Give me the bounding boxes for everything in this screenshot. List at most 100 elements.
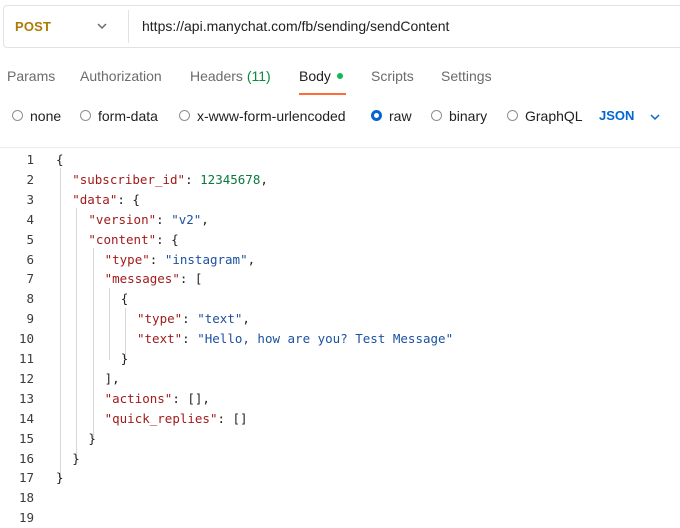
request-url-bar: POST https://api.manychat.com/fb/sending… [3,5,680,48]
tab-authorization[interactable]: Authorization [80,68,162,84]
code-line: 12], [0,369,680,389]
format-select[interactable]: JSON [599,108,634,123]
radio-circle-icon [179,110,190,121]
json-key: "messages" [104,271,180,287]
code-line: 5 "content": { [0,230,680,250]
code-line: 15} [0,429,680,449]
code-line: 10 "text": "Hello, how are you? Test Mess… [0,329,680,349]
line-number: 10 [18,331,34,347]
json-punctuation: } [72,450,80,466]
code-line: 19 [0,508,680,528]
line-number: 16 [18,450,34,466]
code-text: "quick_replies": [] [105,409,248,429]
json-punctuation: : [182,311,198,327]
json-punctuation: : [182,331,198,347]
code-text: "data": { [72,190,140,210]
divider [128,10,129,43]
tab-body[interactable]: Body [299,68,343,84]
line-number: 19 [18,510,34,526]
radio-label: form-data [98,108,158,124]
tab-headers[interactable]: Headers (11) [190,68,271,84]
radio-circle-icon [80,110,91,121]
json-punctuation: : [], [172,390,210,406]
line-number: 15 [18,430,34,446]
code-line: 7 "messages": [ [0,269,680,289]
code-text: "text": "Hello, how are you? Test Messag… [137,329,453,349]
radio-circle-icon [12,110,23,121]
json-punctuation: , [247,251,256,267]
code-line: 13 "actions": [], [0,389,680,409]
code-text: "type": "text", [137,309,250,329]
json-punctuation: : { [117,191,140,207]
line-number: 9 [26,311,34,327]
radio-checked-icon [371,110,382,121]
json-number: 12345678 [200,171,261,187]
body-type-options: none form-data x-www-form-urlencoded raw… [0,108,680,130]
json-punctuation: , [242,311,250,327]
chevron-down-icon[interactable] [648,110,662,124]
code-text: } [56,468,64,488]
line-number: 7 [26,271,34,287]
json-punctuation: : [185,171,201,187]
json-key: "type" [137,311,183,327]
code-line: 6 "type": "instagram", [0,250,680,270]
tab-body-label: Body [299,68,331,84]
code-line: 18 [0,488,680,508]
json-key: "content" [88,231,157,247]
code-text: { [56,150,64,170]
line-number: 11 [18,351,34,366]
json-punctuation: : [ [179,271,203,287]
line-number: 1 [26,152,34,167]
code-text: { [121,289,129,309]
json-punctuation: : [149,251,165,267]
json-punctuation: { [56,152,64,167]
method-select[interactable]: POST [15,19,51,34]
json-string: "Hello, how are you? Test Message" [197,331,454,347]
json-key: "type" [104,251,150,267]
code-line: 3 "data": { [0,190,680,210]
code-text: "version": "v2", [88,210,208,230]
json-string: "v2" [171,211,202,227]
radio-label: raw [389,108,412,124]
code-text: "content": { [88,230,178,250]
tab-settings[interactable]: Settings [441,68,492,84]
json-string: "text" [197,311,243,327]
chevron-down-icon[interactable] [95,19,109,33]
code-text: } [72,449,80,469]
tab-headers-label: Headers [190,68,243,84]
json-key: "data" [72,191,118,207]
url-input[interactable]: https://api.manychat.com/fb/sending/send… [142,18,449,34]
json-key: "text" [137,331,183,347]
json-punctuation: , [260,171,268,187]
line-number: 18 [18,490,34,506]
radio-circle-icon [431,110,442,121]
code-text: "type": "instagram", [105,250,256,270]
json-punctuation: } [56,470,64,486]
code-text: "actions": [], [105,389,210,409]
json-key: "version" [88,211,157,227]
radio-label: x-www-form-urlencoded [197,108,346,124]
code-line: 8{ [0,289,680,309]
json-punctuation: } [120,351,129,366]
json-punctuation: : [156,211,172,227]
line-number: 13 [18,390,34,406]
line-number: 5 [26,231,34,247]
line-number: 17 [18,470,34,486]
json-punctuation: } [88,430,96,446]
tab-scripts[interactable]: Scripts [371,68,414,84]
radio-label: GraphQL [525,108,583,124]
line-number: 6 [26,251,34,267]
line-number: 14 [18,410,34,426]
json-punctuation: ], [104,370,120,386]
request-tabs: Params Authorization Headers (11) Body S… [0,68,680,96]
json-key: "quick_replies" [104,410,218,426]
code-text: ], [105,369,120,389]
json-punctuation: , [201,211,209,227]
json-string: "instagram" [164,251,248,267]
radio-label: none [30,108,62,124]
line-number: 2 [26,171,34,187]
radio-label: binary [449,108,488,124]
headers-count-badge: (11) [246,68,271,84]
json-punctuation: { [120,291,129,307]
tab-params[interactable]: Params [7,68,55,84]
